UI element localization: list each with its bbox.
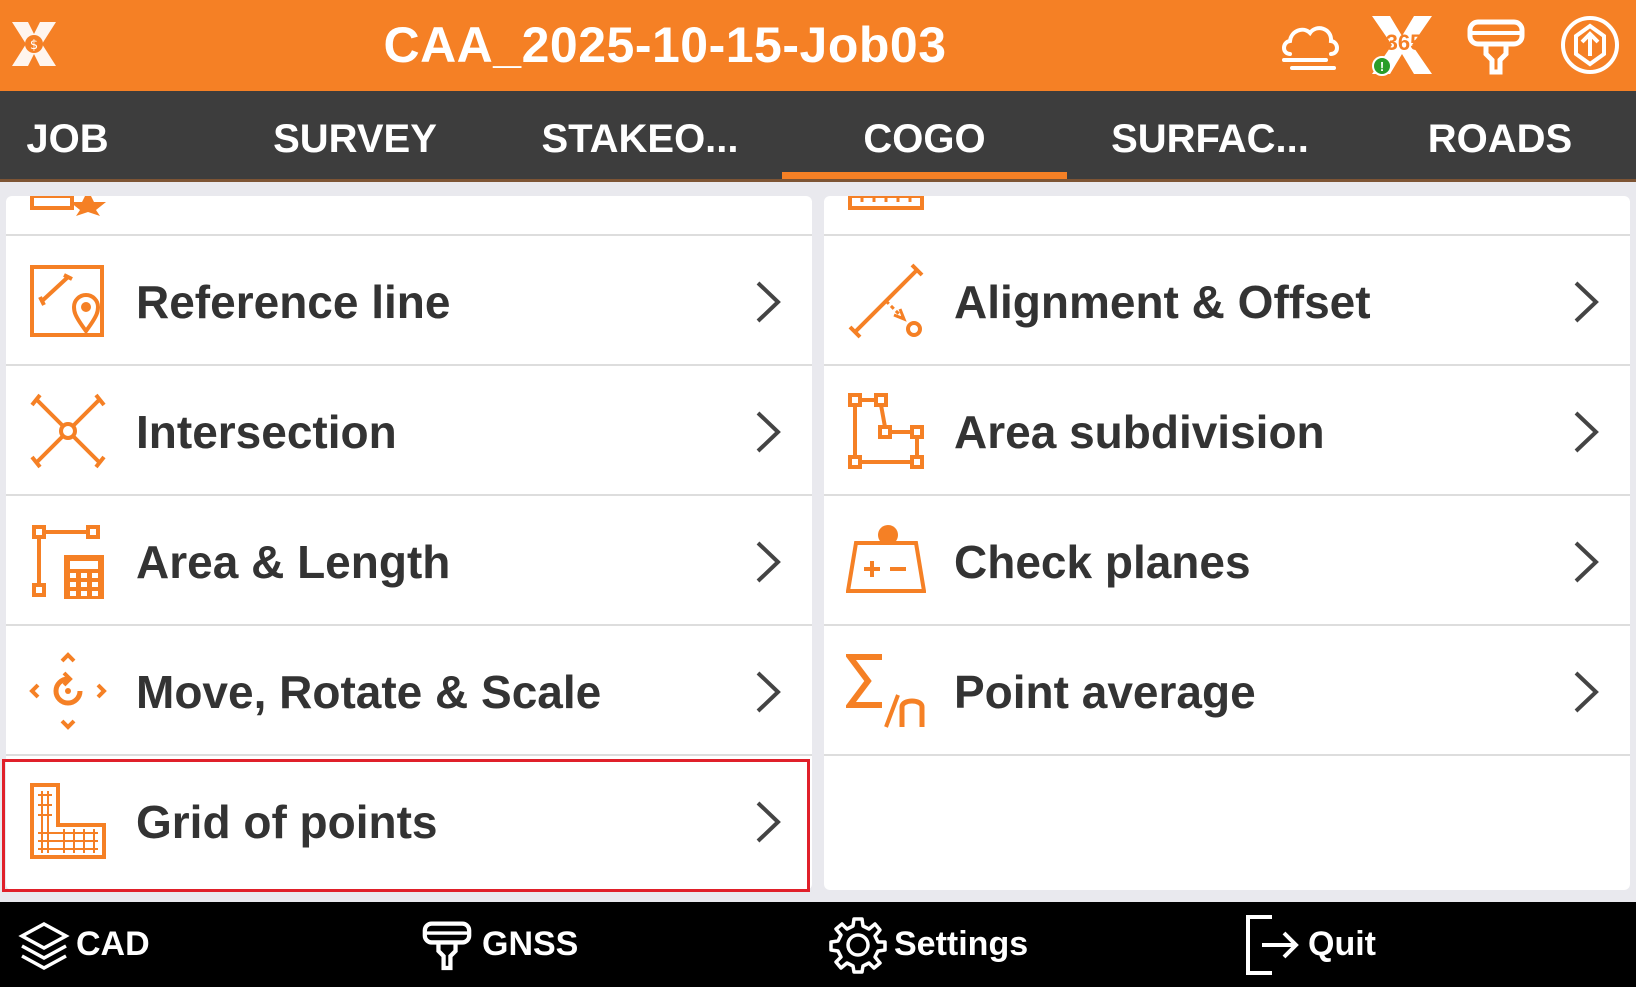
menu-item-label: Check planes bbox=[954, 536, 1251, 588]
gnss-label: GNSS bbox=[482, 925, 579, 963]
area-length-icon bbox=[32, 525, 104, 599]
tab-roads[interactable]: ROADS bbox=[1410, 91, 1590, 182]
menu-item-label: Area subdivision bbox=[954, 406, 1325, 458]
menu-item-label: Move, Rotate & Scale bbox=[136, 666, 602, 718]
settings-label: Settings bbox=[894, 925, 1029, 963]
chevron-right-icon bbox=[756, 411, 781, 453]
menu-item-intersection[interactable]: Intersection bbox=[6, 366, 812, 496]
chevron-right-icon bbox=[1574, 411, 1599, 453]
cad-label: CAD bbox=[76, 925, 150, 963]
chevron-right-icon bbox=[756, 671, 781, 713]
menu-item-label: Point average bbox=[954, 666, 1256, 718]
menu-item-label: Area & Length bbox=[136, 536, 451, 588]
gear-icon bbox=[829, 916, 887, 974]
chevron-right-icon bbox=[756, 281, 781, 323]
selection-highlight bbox=[2, 759, 810, 892]
menu-item-label: Alignment & Offset bbox=[954, 276, 1371, 328]
title-bar: $ CAA_2025-10-15-Job03 365 ! bbox=[0, 0, 1636, 91]
intersection-icon bbox=[30, 393, 106, 469]
move-rotate-scale-icon bbox=[29, 652, 107, 730]
gnss-button[interactable]: GNSS bbox=[418, 902, 578, 987]
gnss-receiver-icon[interactable] bbox=[1462, 14, 1530, 76]
settings-button[interactable]: Settings bbox=[828, 902, 1028, 987]
module-tabs: JOB SURVEY STAKEO... COGO SURFAC... ROAD… bbox=[0, 91, 1636, 182]
menu-item-reference-line[interactable]: Reference line bbox=[6, 236, 812, 366]
check-planes-icon bbox=[846, 525, 926, 593]
chevron-right-icon bbox=[1574, 281, 1599, 323]
exit-icon bbox=[1246, 914, 1299, 975]
menu-item-label: Reference line bbox=[136, 276, 451, 328]
menu-item-point-average[interactable]: Point average bbox=[824, 626, 1630, 756]
x365-service-icon[interactable]: 365 ! bbox=[1368, 14, 1436, 76]
active-tab-indicator bbox=[782, 172, 1067, 179]
tab-surfaces[interactable]: SURFAC... bbox=[1100, 91, 1320, 182]
menu-item-alignment-offset[interactable]: Alignment & Offset bbox=[824, 236, 1630, 366]
cad-button[interactable]: CAD bbox=[18, 902, 150, 987]
tab-stakeout[interactable]: STAKEO... bbox=[530, 91, 750, 182]
menu-item-move-rotate-scale[interactable]: Move, Rotate & Scale bbox=[6, 626, 812, 756]
cad-layers-icon bbox=[18, 921, 70, 970]
job-title: CAA_2025-10-15-Job03 bbox=[383, 17, 947, 73]
menu-item-label: Intersection bbox=[136, 406, 397, 458]
partial-item-icon bbox=[30, 196, 106, 216]
sync-upload-icon[interactable] bbox=[1556, 14, 1624, 76]
tab-divider bbox=[0, 179, 1636, 182]
right-menu-panel: Alignment & Offset Area subdivision Chec… bbox=[824, 196, 1630, 890]
list-item-partial[interactable] bbox=[824, 196, 1630, 236]
cloud-icon[interactable] bbox=[1276, 14, 1344, 76]
menu-item-area-length[interactable]: Area & Length bbox=[6, 496, 812, 626]
chevron-right-icon bbox=[756, 541, 781, 583]
chevron-right-icon bbox=[1574, 671, 1599, 713]
menu-item-area-subdivision[interactable]: Area subdivision bbox=[824, 366, 1630, 496]
point-average-icon bbox=[846, 654, 925, 728]
tab-survey[interactable]: SURVEY bbox=[255, 91, 455, 182]
service-count-text: 365 bbox=[1386, 30, 1423, 55]
menu-item-check-planes[interactable]: Check planes bbox=[824, 496, 1630, 626]
tab-job[interactable]: JOB bbox=[10, 91, 125, 182]
quit-label: Quit bbox=[1308, 925, 1376, 963]
area-subdivision-icon bbox=[848, 393, 924, 469]
chevron-right-icon bbox=[1574, 541, 1599, 583]
bottom-toolbar: CAD GNSS Settings Quit bbox=[0, 902, 1636, 987]
list-item-partial[interactable] bbox=[6, 196, 812, 236]
partial-item-icon bbox=[848, 196, 924, 210]
quit-button[interactable]: Quit bbox=[1242, 902, 1376, 987]
alignment-offset-icon bbox=[848, 263, 924, 339]
tab-cogo[interactable]: COGO bbox=[782, 91, 1067, 182]
svg-text:!: ! bbox=[1380, 59, 1384, 74]
reference-line-icon bbox=[30, 265, 104, 337]
gnss-receiver-icon bbox=[422, 921, 472, 970]
